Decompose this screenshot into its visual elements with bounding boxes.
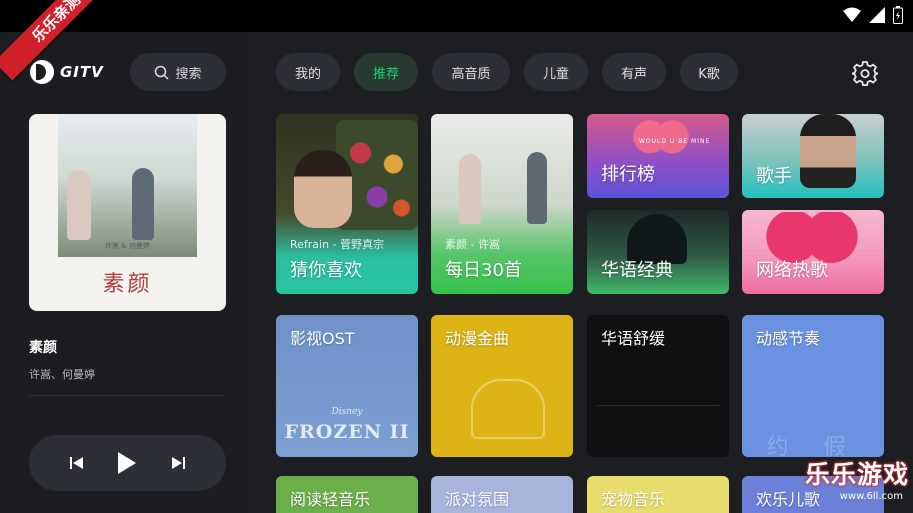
tile-daily-30[interactable]: 素颜 - 许嵩 每日30首 <box>431 114 573 294</box>
search-icon <box>155 65 170 80</box>
tab-high-quality[interactable]: 高音质 <box>432 53 510 91</box>
tile-artwork-text: WOULD U BE MINE <box>639 138 711 145</box>
tile-subtitle: Refrain - 菅野真宗 <box>290 238 385 251</box>
tile-artwork-face <box>294 150 352 228</box>
play-button[interactable] <box>117 451 137 475</box>
cover-artist-text: 许嵩 & 何曼婷 <box>105 242 150 250</box>
tile-artwork-left <box>459 154 481 224</box>
tile-chinese-soothing[interactable]: 华语舒缓 <box>587 315 729 457</box>
wifi-icon <box>843 7 861 22</box>
tile-singers[interactable]: 歌手 <box>742 114 884 198</box>
tile-label: 动感节奏 <box>756 329 821 348</box>
previous-button[interactable] <box>69 456 84 470</box>
now-playing-artist: 许嵩、何曼婷 <box>29 368 95 381</box>
tile-anime-hits[interactable]: 动漫金曲 <box>431 315 573 457</box>
tile-movie-ost[interactable]: 影视OST Disney FROZEN II <box>276 315 418 457</box>
watermark-url: www.6ll.com <box>839 491 903 502</box>
player-controls <box>29 435 226 491</box>
tile-pet-music[interactable]: 宠物音乐 <box>587 476 729 513</box>
site-watermark: 乐乐游戏 www.6ll.com <box>787 453 913 513</box>
logo-icon <box>30 60 54 84</box>
tile-label: 华语经典 <box>601 260 673 281</box>
tile-label: 阅读轻音乐 <box>290 490 371 509</box>
tab-kids[interactable]: 儿童 <box>524 53 588 91</box>
play-icon <box>118 452 137 474</box>
sidebar: GITV 搜索 许嵩 & 何曼婷 素颜 素颜 许嵩、何曼婷 <box>0 32 252 513</box>
tile-subtitle: 素颜 - 许嵩 <box>445 238 500 251</box>
tile-artwork <box>471 379 545 439</box>
tile-artwork-right <box>527 152 547 224</box>
tile-artwork <box>597 405 719 435</box>
tile-reading-music[interactable]: 阅读轻音乐 <box>276 476 418 513</box>
tile-artwork-frozen: FROZEN II <box>284 421 410 443</box>
tile-label: 猜你喜欢 <box>290 260 362 281</box>
tile-label: 宠物音乐 <box>601 490 666 509</box>
signal-icon <box>869 7 885 23</box>
tile-label: 影视OST <box>290 329 355 348</box>
settings-button[interactable] <box>851 60 879 87</box>
tile-label: 动漫金曲 <box>445 329 510 348</box>
sidebar-divider <box>29 395 224 396</box>
tab-mine[interactable]: 我的 <box>276 53 340 91</box>
tile-party[interactable]: 派对氛围 <box>431 476 573 513</box>
tile-guess-you-like[interactable]: Refrain - 菅野真宗 猜你喜欢 <box>276 114 418 294</box>
app-logo: GITV <box>30 60 104 84</box>
status-bar <box>0 0 913 32</box>
search-button[interactable]: 搜索 <box>130 53 226 91</box>
cover-figure-left <box>67 170 91 240</box>
category-tabs: 我的 推荐 高音质 儿童 有声 K歌 <box>276 53 738 91</box>
now-playing-title: 素颜 <box>29 340 57 356</box>
tile-label: 歌手 <box>756 166 792 187</box>
tile-label: 派对氛围 <box>445 490 510 509</box>
skip-next-icon <box>172 457 186 469</box>
search-label: 搜索 <box>175 66 202 82</box>
tab-audio[interactable]: 有声 <box>602 53 666 91</box>
tile-label: 华语舒缓 <box>601 329 666 348</box>
album-cover[interactable]: 许嵩 & 何曼婷 素颜 <box>29 114 226 311</box>
tile-label: 网络热歌 <box>756 260 828 281</box>
brand-name: GITV <box>60 63 104 81</box>
app-root: 乐乐亲测 GITV 搜索 许嵩 & 何曼婷 素颜 素颜 许嵩、何曼婷 我的 推荐… <box>0 0 913 513</box>
tile-artwork-disney: Disney <box>331 407 363 417</box>
tab-recommend[interactable]: 推荐 <box>354 53 418 91</box>
cover-figure-right <box>132 168 154 240</box>
tile-internet-hits[interactable]: 网络热歌 <box>742 210 884 294</box>
cover-album-text: 素颜 <box>102 272 153 297</box>
tile-artwork <box>800 114 856 188</box>
tile-chinese-classics[interactable]: 华语经典 <box>587 210 729 294</box>
gear-icon <box>851 61 879 87</box>
tab-karaoke[interactable]: K歌 <box>680 53 738 91</box>
tile-label: 排行榜 <box>601 164 655 185</box>
tile-label: 每日30首 <box>445 260 522 281</box>
skip-previous-icon <box>69 457 83 469</box>
tile-charts[interactable]: WOULD U BE MINE 排行榜 <box>587 114 729 198</box>
next-button[interactable] <box>171 456 186 470</box>
watermark-text: 乐乐游戏 <box>804 460 909 489</box>
tile-dynamic-rhythm[interactable]: 动感节奏 约 假 我 <box>742 315 884 457</box>
battery-icon <box>893 6 903 24</box>
